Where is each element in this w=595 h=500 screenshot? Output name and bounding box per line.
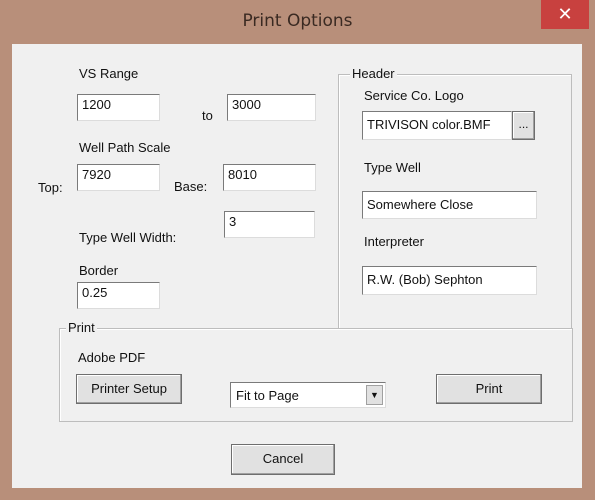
- printer-setup-button[interactable]: Printer Setup: [76, 374, 182, 404]
- print-group-legend: Print: [66, 320, 97, 335]
- interpreter-input[interactable]: R.W. (Bob) Sephton: [362, 266, 537, 295]
- scaling-select[interactable]: Fit to Page ▼: [230, 382, 386, 408]
- base-input[interactable]: 8010: [223, 164, 316, 191]
- window-frame-bottom: [0, 488, 595, 500]
- browse-logo-button[interactable]: ...: [512, 111, 535, 140]
- cancel-button[interactable]: Cancel: [231, 444, 335, 475]
- window-frame-left: [0, 44, 12, 500]
- service-co-logo-label: Service Co. Logo: [364, 88, 464, 103]
- top-label: Top:: [38, 180, 63, 195]
- border-input[interactable]: 0.25: [77, 282, 160, 309]
- dialog-client-area: VS Range 1200 to 3000 Well Path Scale To…: [12, 44, 582, 488]
- window-title: Print Options: [242, 11, 353, 31]
- scaling-select-value: Fit to Page: [236, 388, 299, 403]
- vs-range-to-input[interactable]: 3000: [227, 94, 316, 121]
- vs-range-to-label: to: [202, 108, 213, 123]
- title-bar[interactable]: Print Options ✕: [0, 0, 595, 44]
- interpreter-label: Interpreter: [364, 234, 424, 249]
- vs-range-label: VS Range: [79, 66, 139, 81]
- vs-range-from-input[interactable]: 1200: [77, 94, 160, 121]
- close-icon[interactable]: ✕: [541, 0, 589, 29]
- service-co-logo-input[interactable]: TRIVISON color.BMF: [362, 111, 512, 140]
- top-input[interactable]: 7920: [77, 164, 160, 191]
- border-label: Border: [79, 263, 119, 278]
- type-well-label: Type Well: [364, 160, 421, 175]
- window-frame-right: [582, 44, 595, 500]
- type-well-width-input[interactable]: 3: [224, 211, 315, 238]
- chevron-down-icon[interactable]: ▼: [366, 385, 383, 405]
- header-group-legend: Header: [350, 66, 397, 81]
- print-options-dialog: Print Options ✕ VS Range 1200 to 3000 We…: [0, 0, 595, 500]
- printer-name-label: Adobe PDF: [78, 350, 146, 365]
- well-path-scale-label: Well Path Scale: [79, 140, 171, 155]
- base-label: Base:: [174, 179, 208, 194]
- type-well-input[interactable]: Somewhere Close: [362, 191, 537, 219]
- type-well-width-label: Type Well Width:: [79, 230, 177, 245]
- print-button[interactable]: Print: [436, 374, 542, 404]
